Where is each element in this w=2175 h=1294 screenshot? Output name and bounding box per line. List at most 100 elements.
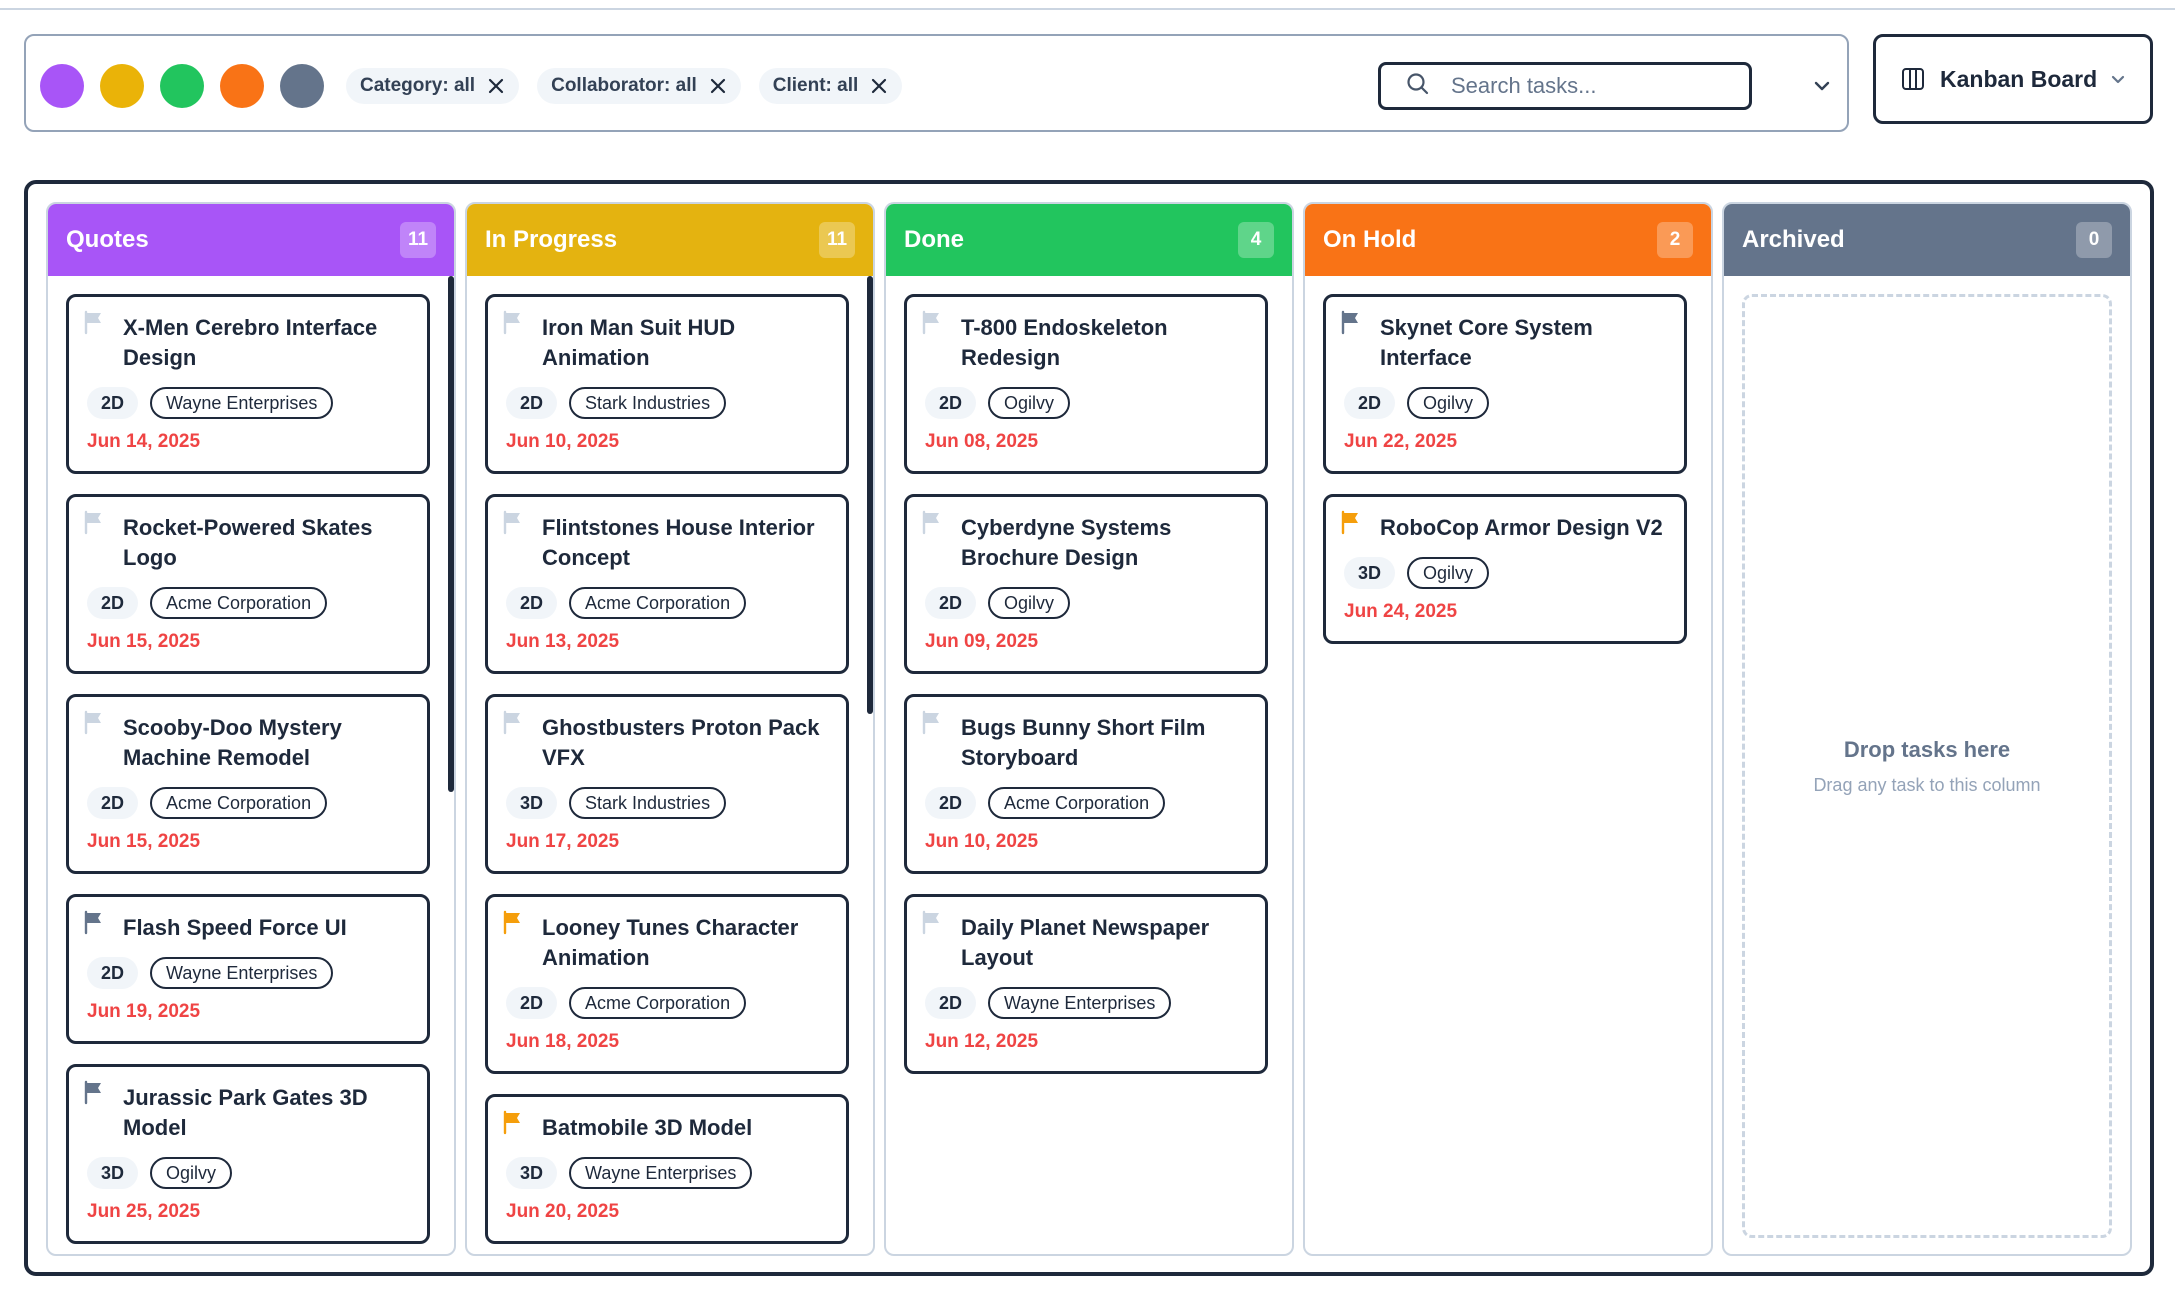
color-filter-green[interactable] [160, 64, 204, 108]
flag-orange-icon[interactable] [1338, 509, 1364, 535]
task-tags: 2D Stark Industries [506, 387, 727, 419]
task-title: Batmobile 3D Model [542, 1115, 753, 1140]
flag-outline-icon[interactable] [500, 509, 526, 535]
task-card[interactable]: Batmobile 3D Model 3D Wayne Enterprises … [485, 1094, 849, 1244]
kanban-column-done: Done 4 T-800 Endoskeleton Redesign 2D Og… [884, 202, 1294, 1256]
column-scrollbar[interactable] [448, 276, 454, 792]
due-date: Jun 13, 2025 [506, 631, 620, 652]
column-header[interactable]: Archived 0 [1724, 204, 2130, 276]
task-card[interactable]: Looney Tunes Character Animation 2D Acme… [485, 894, 849, 1074]
client-badge: Wayne Enterprises [988, 987, 1172, 1019]
due-date: Jun 10, 2025 [506, 431, 620, 452]
task-card[interactable]: Flash Speed Force UI 2D Wayne Enterprise… [66, 894, 430, 1044]
task-card[interactable]: T-800 Endoskeleton Redesign 2D Ogilvy Ju… [904, 294, 1268, 474]
task-tags: 2D Acme Corporation [506, 987, 747, 1019]
client-badge: Acme Corporation [988, 787, 1166, 819]
task-tags: 3D Ogilvy [87, 1157, 233, 1189]
view-selector[interactable]: Kanban Board [1873, 34, 2153, 124]
close-icon[interactable] [487, 77, 505, 95]
color-filter-purple[interactable] [40, 64, 84, 108]
task-tags: 2D Wayne Enterprises [925, 987, 1172, 1019]
column-header[interactable]: In Progress 11 [467, 204, 873, 276]
due-date: Jun 20, 2025 [506, 1201, 620, 1222]
flag-gray-icon[interactable] [81, 1079, 107, 1105]
dimension-badge: 3D [1344, 557, 1396, 589]
flag-outline-icon[interactable] [919, 309, 945, 335]
column-header[interactable]: On Hold 2 [1305, 204, 1711, 276]
dimension-badge: 2D [925, 987, 977, 1019]
flag-outline-icon[interactable] [500, 309, 526, 335]
collaborator-filter-label: Collaborator: all [551, 75, 697, 96]
task-card[interactable]: Ghostbusters Proton Pack VFX 3D Stark In… [485, 694, 849, 874]
task-card[interactable]: Flintstones House Interior Concept 2D Ac… [485, 494, 849, 674]
column-count-badge: 11 [400, 222, 436, 258]
flag-outline-icon[interactable] [81, 709, 107, 735]
task-title: Cyberdyne Systems Brochure Design [961, 515, 1172, 570]
dimension-badge: 2D [87, 587, 139, 619]
task-tags: 2D Wayne Enterprises [87, 387, 334, 419]
task-card[interactable]: Daily Planet Newspaper Layout 2D Wayne E… [904, 894, 1268, 1074]
search-box[interactable] [1378, 62, 1752, 110]
task-title: Skynet Core System Interface [1380, 315, 1593, 370]
color-filter-yellow[interactable] [100, 64, 144, 108]
kanban-column-on-hold: On Hold 2 Skynet Core System Interface 2… [1303, 202, 1713, 1256]
chevron-down-icon[interactable] [1808, 72, 1836, 100]
column-header[interactable]: Quotes 11 [48, 204, 454, 276]
client-badge: Wayne Enterprises [150, 387, 334, 419]
flag-gray-icon[interactable] [81, 909, 107, 935]
kanban-icon [1900, 66, 1926, 92]
task-card[interactable]: Jurassic Park Gates 3D Model 3D Ogilvy J… [66, 1064, 430, 1244]
due-date: Jun 25, 2025 [87, 1201, 201, 1222]
search-input[interactable] [1451, 73, 1731, 99]
task-card[interactable]: Iron Man Suit HUD Animation 2D Stark Ind… [485, 294, 849, 474]
flag-outline-icon[interactable] [500, 709, 526, 735]
due-date: Jun 22, 2025 [1344, 431, 1458, 452]
client-badge: Ogilvy [1407, 557, 1490, 589]
due-date: Jun 10, 2025 [925, 831, 1039, 852]
flag-outline-icon[interactable] [919, 909, 945, 935]
color-filter-gray[interactable] [280, 64, 324, 108]
task-card[interactable]: RoboCop Armor Design V2 3D Ogilvy Jun 24… [1323, 494, 1687, 644]
flag-outline-icon[interactable] [919, 709, 945, 735]
task-card[interactable]: Scooby-Doo Mystery Machine Remodel 2D Ac… [66, 694, 430, 874]
dimension-badge: 2D [506, 387, 558, 419]
task-title: Scooby-Doo Mystery Machine Remodel [123, 715, 342, 770]
column-title: On Hold [1323, 226, 1417, 253]
dimension-badge: 2D [925, 787, 977, 819]
task-card[interactable]: Rocket-Powered Skates Logo 2D Acme Corpo… [66, 494, 430, 674]
task-card[interactable]: X-Men Cerebro Interface Design 2D Wayne … [66, 294, 430, 474]
category-filter-chip[interactable]: Category: all [346, 68, 520, 104]
column-scrollbar[interactable] [867, 276, 873, 714]
task-tags: 2D Acme Corporation [87, 787, 328, 819]
flag-outline-icon[interactable] [81, 309, 107, 335]
task-tags: 2D Wayne Enterprises [87, 957, 334, 989]
dimension-badge: 3D [506, 787, 558, 819]
color-filter-orange[interactable] [220, 64, 264, 108]
dimension-badge: 2D [506, 987, 558, 1019]
client-badge: Stark Industries [569, 787, 727, 819]
task-card[interactable]: Bugs Bunny Short Film Storyboard 2D Acme… [904, 694, 1268, 874]
client-badge: Acme Corporation [150, 787, 328, 819]
task-title: Looney Tunes Character Animation [542, 915, 799, 970]
flag-orange-icon[interactable] [500, 1109, 526, 1135]
collaborator-filter-chip[interactable]: Collaborator: all [537, 68, 741, 104]
flag-gray-icon[interactable] [1338, 309, 1364, 335]
task-title: Rocket-Powered Skates Logo [123, 515, 373, 570]
drop-zone[interactable]: Drop tasks here Drag any task to this co… [1742, 294, 2112, 1238]
client-badge: Ogilvy [988, 587, 1071, 619]
flag-outline-icon[interactable] [81, 509, 107, 535]
task-title: Iron Man Suit HUD Animation [542, 315, 736, 370]
close-icon[interactable] [709, 77, 727, 95]
task-card[interactable]: Skynet Core System Interface 2D Ogilvy J… [1323, 294, 1687, 474]
task-tags: 2D Acme Corporation [506, 587, 747, 619]
client-badge: Wayne Enterprises [569, 1157, 753, 1189]
task-card[interactable]: Cyberdyne Systems Brochure Design 2D Ogi… [904, 494, 1268, 674]
column-title: Quotes [66, 226, 149, 253]
close-icon[interactable] [870, 77, 888, 95]
flag-outline-icon[interactable] [919, 509, 945, 535]
column-header[interactable]: Done 4 [886, 204, 1292, 276]
flag-orange-icon[interactable] [500, 909, 526, 935]
task-tags: 2D Acme Corporation [925, 787, 1166, 819]
client-filter-chip[interactable]: Client: all [758, 68, 903, 104]
filter-chips: Category: all Collaborator: all Client: … [346, 68, 903, 104]
